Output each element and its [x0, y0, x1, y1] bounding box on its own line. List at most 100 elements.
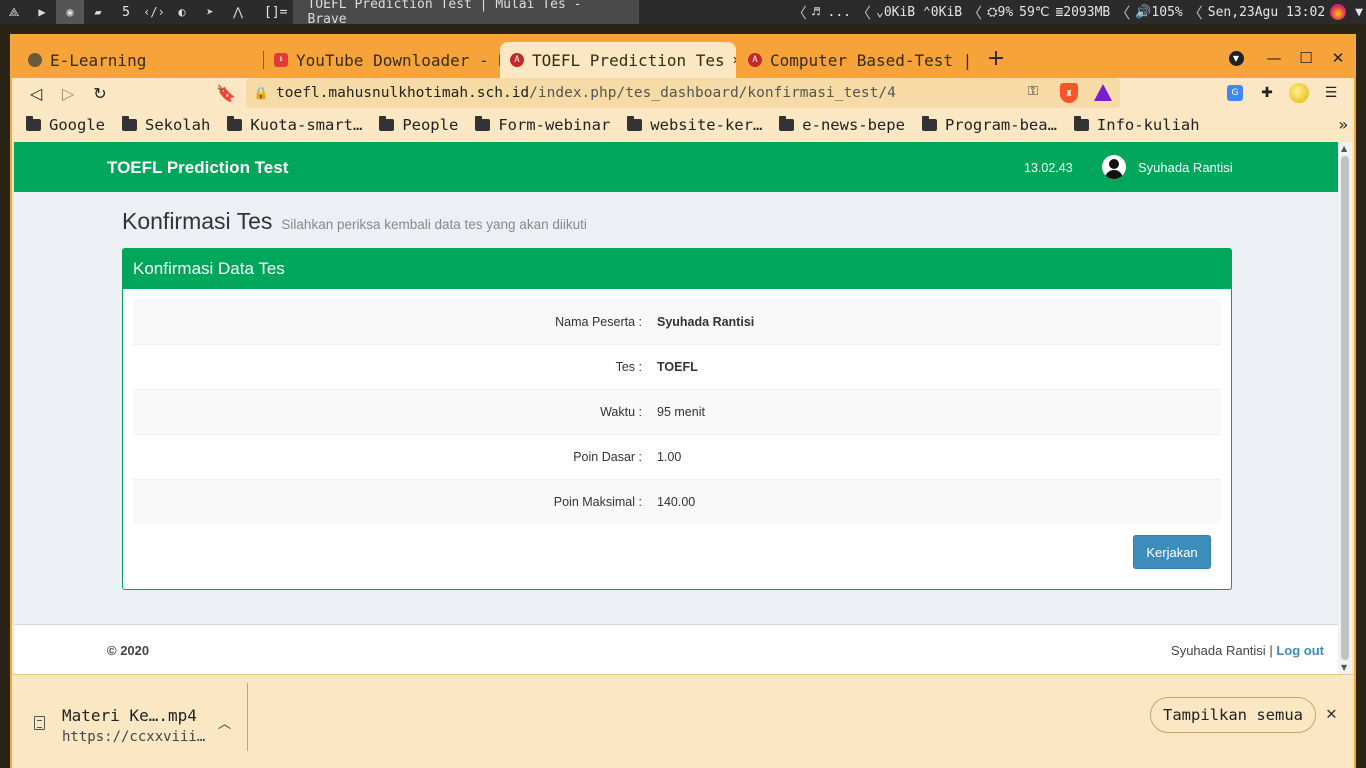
- cbt-favicon-icon: A: [510, 53, 524, 67]
- menu-icon[interactable]: ☰: [1320, 82, 1342, 104]
- download-item[interactable]: Materi Ke….mp4 https://ccxxviii… ︿: [12, 683, 248, 751]
- bookmark-item[interactable]: People: [379, 116, 458, 134]
- play-icon[interactable]: ▶: [28, 0, 56, 24]
- minimize-icon[interactable]: —: [1260, 44, 1288, 72]
- folder-icon: [227, 116, 243, 131]
- telegram-icon[interactable]: ➤: [196, 0, 224, 24]
- cbt-favicon-icon: A: [748, 53, 762, 67]
- bookmarks-bar: Google Sekolah Kuota-smart… People Form-webi…: [12, 110, 1354, 140]
- extensions-puzzle-icon[interactable]: ✚: [1256, 82, 1278, 104]
- bookmark-item[interactable]: e-news-bepe: [779, 116, 905, 134]
- kerjakan-button[interactable]: Kerjakan: [1133, 535, 1211, 569]
- bookmark-item[interactable]: Form-webinar: [475, 116, 610, 134]
- page-scrollbar[interactable]: ▲ ▼: [1338, 142, 1352, 674]
- site-brand[interactable]: TOEFL Prediction Test: [107, 158, 288, 178]
- folder-icon: [921, 116, 937, 131]
- tab-search-icon[interactable]: ▼: [1222, 44, 1250, 72]
- folder-icon[interactable]: ▰: [84, 0, 112, 24]
- bookmark-item[interactable]: Sekolah: [122, 116, 210, 134]
- page-header: Konfirmasi Tes Silahkan periksa kembali …: [122, 208, 587, 235]
- password-key-icon[interactable]: ⚿: [1028, 84, 1038, 99]
- table-row: Poin Dasar : 1.00: [133, 434, 1221, 479]
- box-title: Konfirmasi Data Tes: [123, 249, 1231, 289]
- user-menu[interactable]: Syuhada Rantisi: [1138, 160, 1233, 175]
- clock: 13.02.43: [1024, 161, 1073, 175]
- row-label: Nama Peserta :: [555, 314, 642, 329]
- layout-indicator[interactable]: []=: [264, 5, 287, 20]
- user-avatar-icon[interactable]: [1102, 155, 1126, 179]
- scroll-up-icon[interactable]: ▲: [1341, 144, 1347, 153]
- firefox-icon[interactable]: ◐: [168, 0, 196, 24]
- code-icon[interactable]: ‹/›: [140, 0, 168, 24]
- more-bookmarks-icon[interactable]: »: [1338, 115, 1348, 134]
- page-footer: © 2020 Syuhada Rantisi | Log out: [14, 624, 1338, 674]
- new-tab-plus-icon[interactable]: +: [982, 44, 1010, 72]
- bookmark-item[interactable]: website-ker…: [627, 116, 762, 134]
- row-label: Waktu :: [600, 405, 642, 419]
- forward-icon[interactable]: ▷: [54, 79, 82, 107]
- back-icon[interactable]: ◁: [22, 79, 50, 107]
- tab-computer-based-test[interactable]: A Computer Based-Test |: [738, 42, 974, 78]
- page-title: Konfirmasi Tes: [122, 208, 273, 234]
- download-favicon-icon: ⬇: [274, 53, 288, 67]
- app-tray-icon[interactable]: [1330, 4, 1347, 20]
- bookmark-label: Google: [49, 116, 105, 134]
- folder-icon: [779, 116, 795, 131]
- show-all-downloads-button[interactable]: Tampilkan semua: [1150, 697, 1316, 733]
- logout-link[interactable]: Log out: [1276, 643, 1324, 658]
- bookmark-label: website-ker…: [650, 116, 763, 134]
- top-navbar: TOEFL Prediction Test 13.02.43 Syuhada R…: [14, 142, 1338, 192]
- folder-icon: [122, 116, 137, 131]
- lock-icon[interactable]: 🔒: [246, 86, 276, 100]
- bookmark-item[interactable]: Program-bea…: [921, 116, 1057, 134]
- bookmark-label: e-news-bepe: [802, 116, 905, 134]
- editor-icon[interactable]: ⋀: [224, 0, 252, 24]
- browser-icon[interactable]: ◉: [56, 0, 84, 24]
- footer-user: Syuhada Rantisi | Log out: [1171, 643, 1324, 658]
- bookmark-item[interactable]: Info-kuliah: [1073, 116, 1200, 134]
- close-window-icon[interactable]: ✕: [1324, 44, 1352, 72]
- row-value: Syuhada Rantisi: [657, 314, 755, 329]
- close-shelf-icon[interactable]: ✕: [1326, 703, 1337, 724]
- arch-linux-icon[interactable]: ⟁: [0, 0, 28, 24]
- chevron-up-icon[interactable]: ︿: [218, 713, 231, 732]
- media-status[interactable]: ♬ ...: [809, 5, 854, 20]
- row-label: Poin Dasar :: [573, 450, 642, 464]
- brave-rewards-icon[interactable]: [1094, 84, 1112, 101]
- bookmark-label: Form-webinar: [498, 116, 611, 134]
- maximize-icon[interactable]: ☐: [1292, 44, 1320, 72]
- tab-youtube-downloader[interactable]: ⬇ YouTube Downloader - Do: [264, 42, 500, 78]
- url-host: toefl.mahusnulkhotimah.sch.id: [276, 85, 530, 101]
- memory-status: ≣2093MB: [1055, 4, 1111, 20]
- translate-extension-icon[interactable]: G: [1224, 82, 1246, 104]
- scroll-down-icon[interactable]: ▼: [1341, 663, 1347, 672]
- page-subtitle: Silahkan periksa kembali data tes yang a…: [281, 217, 587, 232]
- volume-status[interactable]: 🔊105%: [1132, 5, 1186, 20]
- bookmark-label: Sekolah: [145, 116, 211, 134]
- bookmark-item[interactable]: Google: [26, 116, 105, 134]
- tab-label: Computer Based-Test |: [770, 50, 973, 70]
- tab-label: E-Learning: [50, 50, 147, 70]
- table-row: Tes : TOEFL: [133, 344, 1221, 389]
- folder-icon: [475, 116, 491, 131]
- bookmark-icon[interactable]: 🔖: [212, 79, 240, 107]
- row-label: Tes :: [615, 360, 642, 374]
- wifi-icon[interactable]: ▼: [1352, 5, 1366, 20]
- separator-icon: 〈: [791, 3, 807, 22]
- scrollbar-thumb[interactable]: [1341, 156, 1349, 660]
- close-tab-icon[interactable]: ✕: [733, 52, 736, 68]
- table-row: Poin Maksimal : 140.00: [133, 479, 1221, 524]
- tab-label: TOEFL Prediction Tes: [532, 50, 725, 70]
- tab-elearning[interactable]: E-Learning: [18, 42, 264, 78]
- address-bar[interactable]: 🔒 toefl.mahusnulkhotimah.sch.id/index.ph…: [246, 78, 1120, 108]
- download-shelf: Materi Ke….mp4 https://ccxxviii… ︿ Tampi…: [12, 674, 1354, 768]
- network-status: ⌄0KiB ⌃0KiB: [876, 4, 963, 20]
- bookmark-item[interactable]: Kuota-smart…: [227, 116, 362, 134]
- tab-toefl-active[interactable]: A TOEFL Prediction Tes ✕: [500, 42, 736, 78]
- wallet-extension-icon[interactable]: [1288, 82, 1310, 104]
- confirmation-box: Konfirmasi Data Tes Nama Peserta : Syuhad…: [122, 248, 1232, 590]
- reload-icon[interactable]: ↻: [86, 79, 114, 107]
- workspace-count[interactable]: 5: [112, 5, 140, 20]
- datetime-status[interactable]: Sen,23Agu 13:02: [1205, 5, 1328, 20]
- brave-shields-icon[interactable]: ♜: [1060, 83, 1078, 103]
